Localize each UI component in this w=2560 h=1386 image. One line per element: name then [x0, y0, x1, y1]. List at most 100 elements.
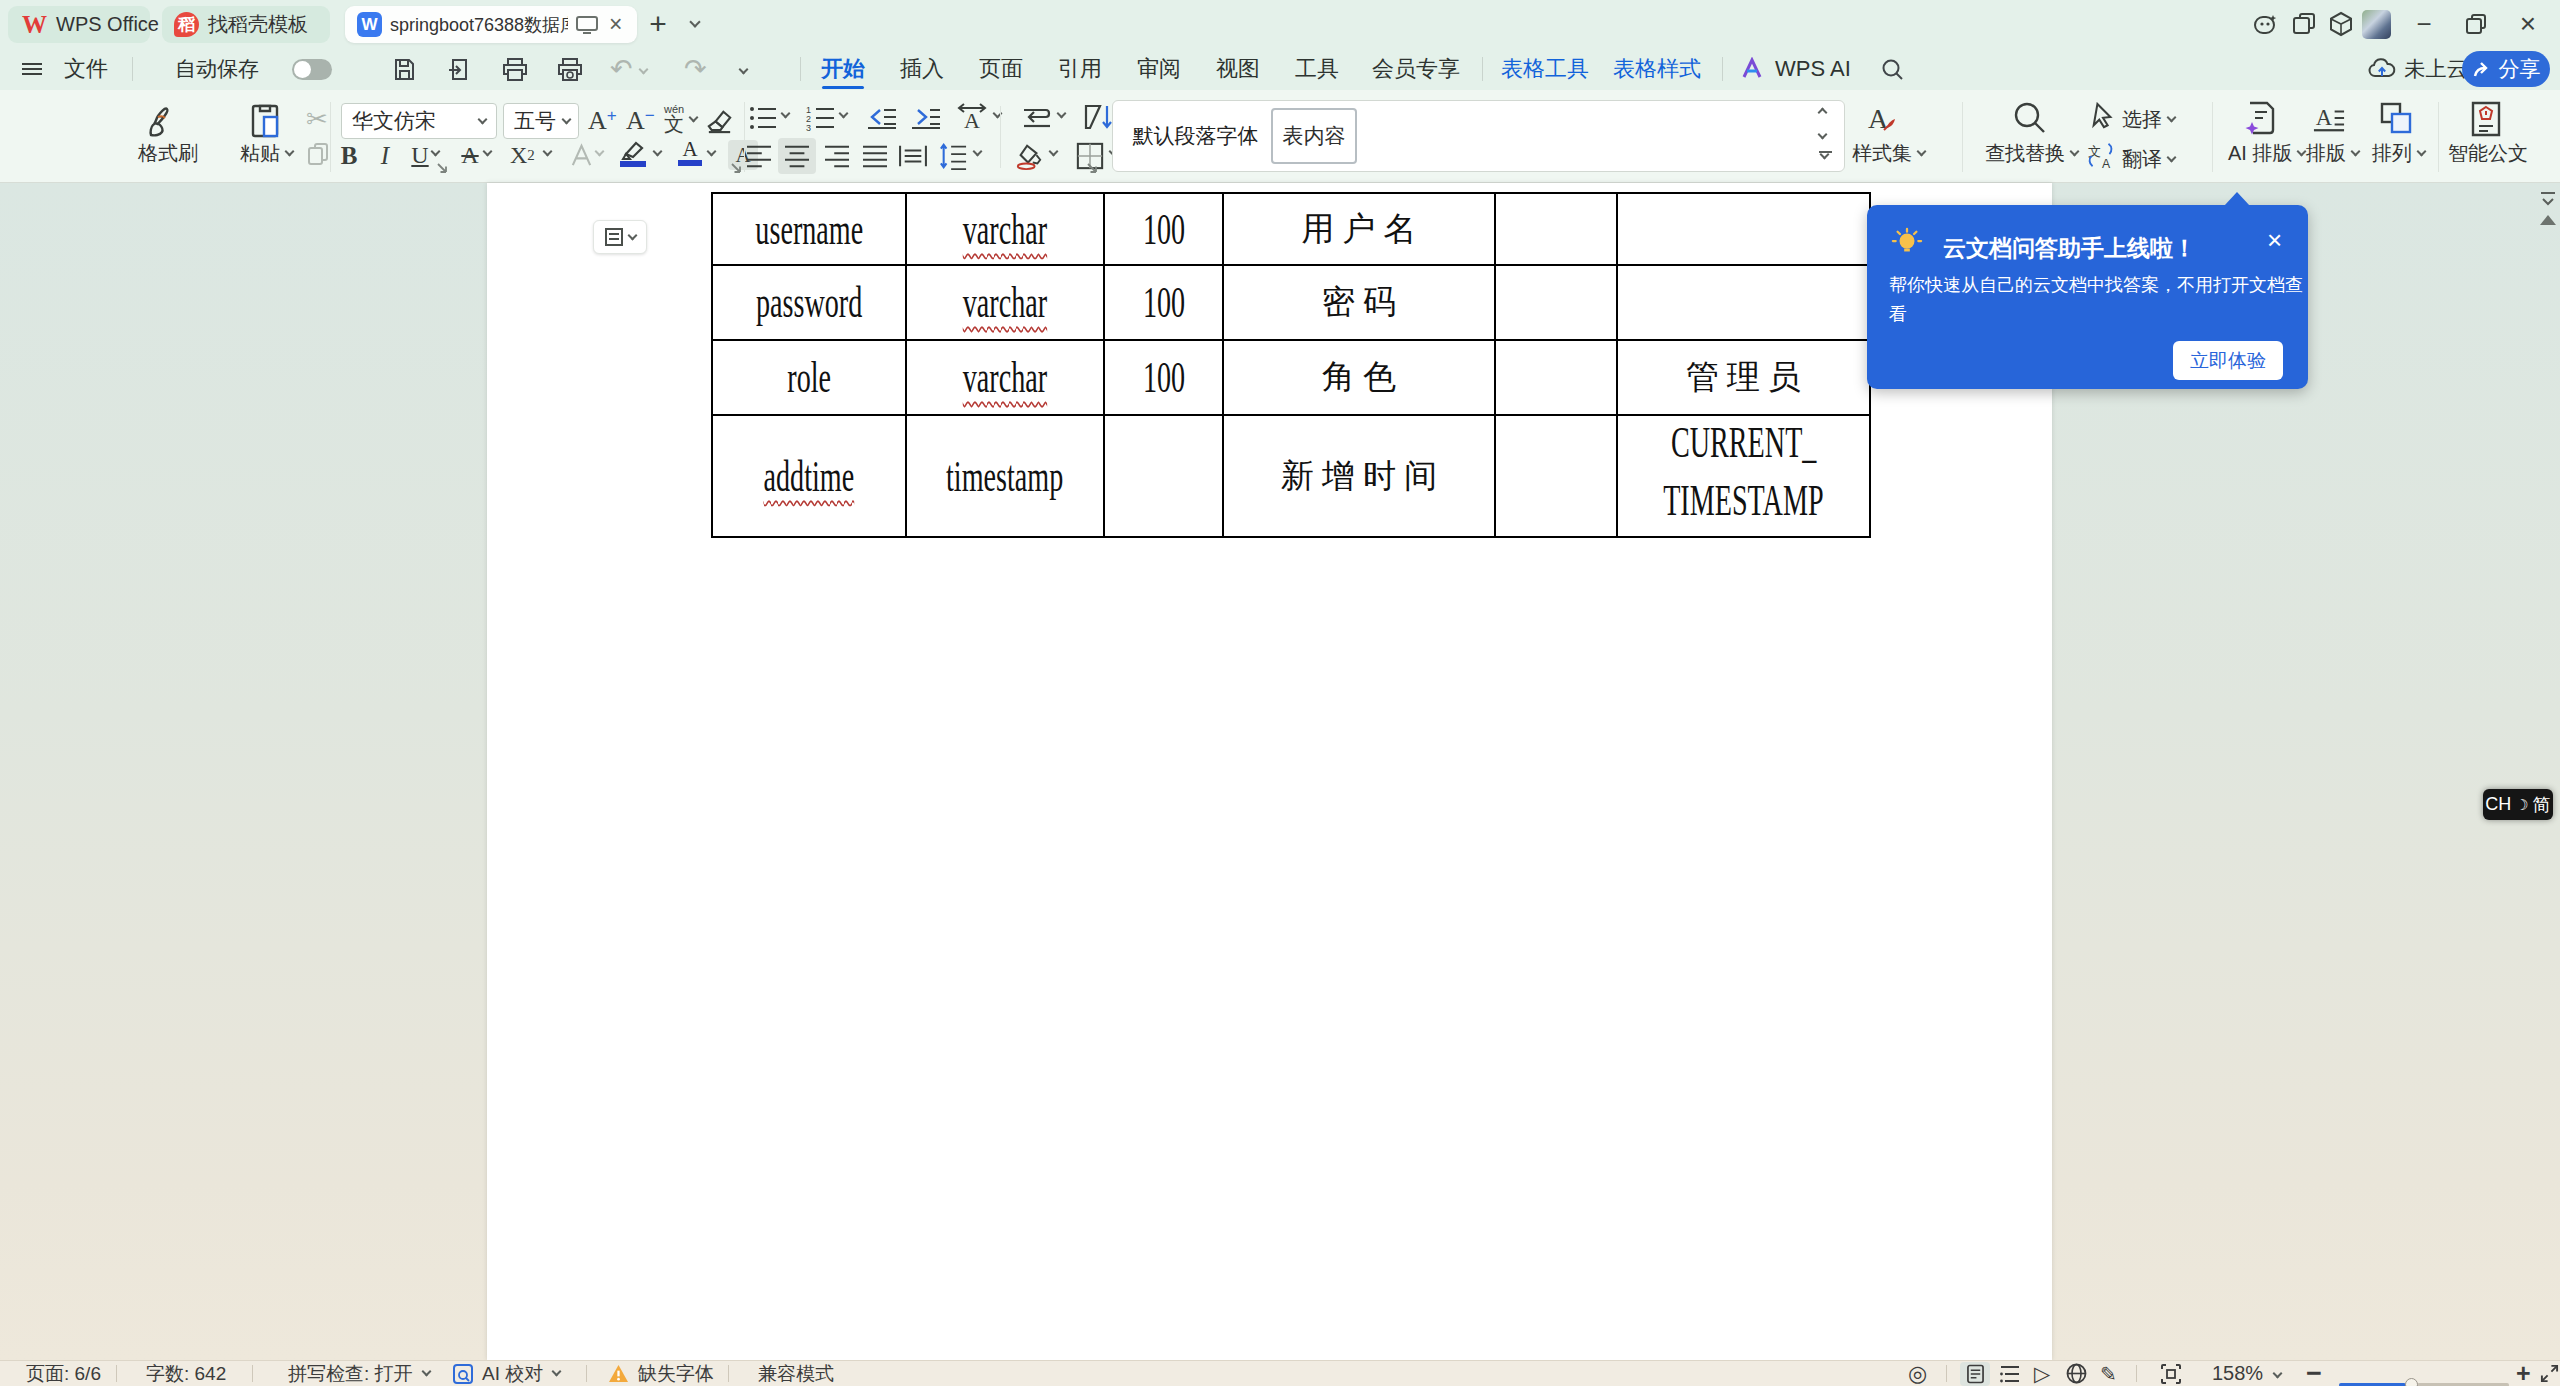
monitor-icon[interactable]	[576, 15, 598, 35]
table-cell[interactable]	[1617, 265, 1870, 340]
highlight-chevron-icon[interactable]	[654, 148, 661, 155]
table-cell[interactable]: password	[712, 265, 906, 340]
view-edit-icon[interactable]: ✎	[2100, 1361, 2117, 1386]
bullet-list-icon[interactable]	[748, 104, 778, 132]
search-icon[interactable]	[1880, 57, 1905, 81]
table-cell[interactable]: addtime	[712, 415, 906, 537]
translate-label[interactable]: 翻译	[2122, 146, 2175, 173]
select-label[interactable]: 选择	[2122, 106, 2175, 133]
increase-font-icon[interactable]: A+	[588, 106, 617, 136]
menu-tab-member[interactable]: 会员专享	[1360, 48, 1472, 90]
menu-tab-table-tools[interactable]: 表格工具	[1494, 48, 1596, 90]
justify-icon[interactable]	[860, 144, 890, 168]
compat-mode[interactable]: 兼容模式	[758, 1361, 834, 1386]
hamburger-menu-icon[interactable]	[22, 57, 42, 81]
view-outline-icon[interactable]	[2000, 1361, 2020, 1386]
bullet-chevron-icon[interactable]	[782, 110, 789, 117]
table-cell[interactable]: 100	[1104, 193, 1223, 265]
decrease-indent-icon[interactable]	[866, 104, 898, 132]
wrap-chevron-icon[interactable]	[1058, 110, 1065, 117]
copy-icon[interactable]	[306, 142, 331, 167]
table-cell[interactable]	[1495, 265, 1617, 340]
arrange-label[interactable]: 排列	[2372, 140, 2425, 167]
table-cell[interactable]: 用户名	[1223, 193, 1495, 265]
ai-proof-icon[interactable]	[452, 1361, 474, 1386]
zoom-slider[interactable]	[2339, 1372, 2509, 1386]
sort-icon[interactable]	[1082, 102, 1114, 132]
table-cell[interactable]	[1495, 193, 1617, 265]
decrease-font-icon[interactable]: A−	[626, 106, 655, 136]
restore-icon[interactable]	[2460, 8, 2492, 40]
table-cell[interactable]	[1495, 415, 1617, 537]
numbered-list-icon[interactable]: 123	[806, 104, 836, 132]
gallery-down-icon[interactable]	[1819, 131, 1826, 138]
style-set-label[interactable]: 样式集	[1852, 140, 1925, 167]
close-window-icon[interactable]: ×	[2512, 8, 2544, 40]
font-size-select[interactable]: 五号	[503, 103, 579, 139]
shading-chevron-icon[interactable]	[1050, 148, 1057, 155]
phonetic-guide-icon[interactable]: wén文	[664, 104, 697, 135]
strikethrough-chevron-icon[interactable]	[484, 148, 491, 155]
menu-tab-page[interactable]: 页面	[970, 48, 1032, 90]
missing-font[interactable]: 缺失字体	[638, 1361, 714, 1386]
print-preview-icon[interactable]	[557, 57, 583, 81]
table-cell[interactable]	[1495, 340, 1617, 415]
windows-stack-icon[interactable]	[2288, 8, 2320, 40]
table-cell[interactable]	[1617, 193, 1870, 265]
avatar[interactable]	[2360, 8, 2392, 40]
format-painter-label[interactable]: 格式刷	[138, 140, 198, 167]
page-indicator[interactable]: 页面: 6/6	[26, 1361, 101, 1386]
font-color-chevron-icon[interactable]	[708, 148, 715, 155]
tab-list-chevron-icon[interactable]	[676, 8, 708, 40]
layout-label[interactable]: 排版	[2306, 140, 2359, 167]
gallery-more-icon[interactable]	[1819, 151, 1832, 158]
undo-chevron-icon[interactable]	[640, 57, 647, 81]
font-name-select[interactable]: 华文仿宋	[341, 103, 497, 139]
superscript-chevron-icon[interactable]	[544, 148, 551, 155]
ribbon-collapse-icon[interactable]	[2538, 191, 2558, 209]
table-handle[interactable]	[593, 220, 647, 254]
word-count[interactable]: 字数: 642	[146, 1361, 226, 1386]
text-effects-icon[interactable]	[568, 142, 595, 169]
zoom-chevron-icon[interactable]	[2274, 1361, 2281, 1386]
highlight-color-icon[interactable]	[620, 140, 646, 167]
scroll-up-icon[interactable]	[2540, 215, 2556, 225]
table-cell[interactable]: varchar	[906, 265, 1104, 340]
menu-tab-home[interactable]: 开始	[812, 48, 874, 90]
line-spacing-icon[interactable]	[938, 142, 968, 170]
minimize-icon[interactable]: −	[2408, 8, 2440, 40]
popup-try-button[interactable]: 立即体验	[2173, 341, 2283, 380]
share-button[interactable]: 分享	[2462, 51, 2550, 87]
menu-tab-view[interactable]: 视图	[1207, 48, 1269, 90]
find-replace-label[interactable]: 查找替换	[1985, 140, 2078, 167]
numbered-chevron-icon[interactable]	[840, 110, 847, 117]
eye-protection-icon[interactable]: ◎	[1908, 1361, 1927, 1386]
align-right-icon[interactable]	[822, 144, 852, 168]
menu-tab-table-style[interactable]: 表格样式	[1606, 48, 1708, 90]
table-cell[interactable]	[1104, 415, 1223, 537]
style-table-content[interactable]: 表内容	[1271, 108, 1357, 164]
arrange-icon[interactable]	[2378, 100, 2416, 138]
font-group-expand-icon[interactable]	[730, 162, 743, 175]
zoom-level[interactable]: 158%	[2212, 1361, 2263, 1386]
align-left-icon[interactable]	[744, 144, 774, 168]
autosave-toggle[interactable]	[292, 59, 332, 80]
table-cell[interactable]: 100	[1104, 340, 1223, 415]
tab-document[interactable]: W springboot76388数据库文 ×	[345, 6, 637, 43]
cut-icon[interactable]: ✂	[306, 104, 328, 135]
view-page-icon[interactable]	[1960, 1362, 1990, 1386]
select-icon[interactable]	[2090, 102, 2116, 130]
output-icon[interactable]	[447, 57, 472, 81]
fullscreen-icon[interactable]	[2540, 1361, 2559, 1386]
superscript-icon[interactable]: X2	[510, 142, 535, 169]
table-cell[interactable]: 角色	[1223, 340, 1495, 415]
database-table[interactable]: usernamevarchar100用户名passwordvarchar100密…	[711, 192, 1871, 538]
menu-tab-wps-ai[interactable]: WPS AI	[1768, 48, 1858, 90]
menu-tab-reference[interactable]: 引用	[1049, 48, 1111, 90]
underline-icon[interactable]: U	[408, 142, 432, 169]
gallery-up-icon[interactable]	[1819, 109, 1826, 116]
ime-indicator[interactable]: CH ☽ 简	[2483, 789, 2553, 820]
ai-proof[interactable]: AI 校对	[482, 1361, 560, 1386]
table-cell[interactable]: username	[712, 193, 906, 265]
increase-indent-icon[interactable]	[910, 104, 942, 132]
